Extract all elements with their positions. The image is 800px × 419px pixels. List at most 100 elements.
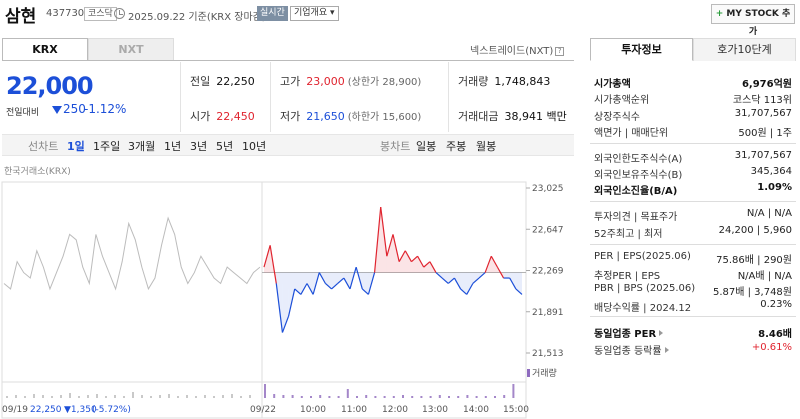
info-row-label: 동일업종 PER [594, 325, 664, 340]
volume-axis-label: 거래량 [532, 367, 557, 379]
today-area [405, 250, 412, 273]
info-divider [590, 244, 796, 245]
info-row-label: 52주최고 | 최저 [594, 229, 663, 240]
today-area [448, 272, 455, 284]
info-row-value: N/A배 | N/A [737, 271, 792, 282]
volume-bar [177, 396, 179, 398]
today-area [423, 261, 430, 273]
today-area [399, 250, 406, 273]
info-divider [590, 316, 796, 317]
info-tabs: 투자정보 호가10단계 [590, 38, 796, 61]
price-chart[interactable]: 23,025 22,647 22,269 21,891 21,513 거래량 09/22 10… [0, 0, 580, 419]
info-row-label: 외국인한도주식수(A) [594, 154, 683, 165]
info-row: PER | EPS(2025.06) 75.86배 | 290원 [594, 251, 792, 267]
volume-bar [213, 396, 215, 398]
volume-bar [240, 396, 242, 398]
add-mystock-button[interactable]: + MY STOCK 추가 [711, 4, 795, 37]
volume-bar [204, 395, 206, 398]
info-row-value: 1.09% [757, 182, 792, 193]
triangle-right-icon[interactable] [664, 347, 669, 353]
volume-legend-mark [527, 369, 530, 377]
volume-bar [105, 396, 107, 398]
info-row-label: 상장주식수 [594, 112, 640, 123]
x-tick-label: 13:00 [422, 405, 448, 415]
volume-bar [264, 384, 266, 398]
volume-bar [42, 395, 44, 398]
info-row-value: 6,976억원 [741, 79, 792, 90]
info-row-label: 투자의견 | 목표주가 [594, 212, 678, 223]
info-row: 동일업종 등락률 +0.61% [594, 342, 792, 358]
info-row: PBR | BPS (2025.06) 5.87배 | 3,748원 [594, 283, 792, 299]
triangle-right-icon[interactable] [659, 330, 664, 336]
volume-bar [141, 395, 143, 398]
plus-icon: + [715, 9, 724, 19]
info-row-label: 배당수익률 | 2024.12 [594, 303, 692, 314]
y-tick-label: 21,891 [532, 308, 564, 318]
volume-bar [6, 396, 8, 398]
info-row: 상장주식수 31,707,567 [594, 108, 792, 124]
volume-bar [448, 396, 450, 398]
prev-day-pct: (-5.72%) [92, 405, 131, 415]
x-tick-label: 09/22 [250, 405, 276, 415]
y-tick-label: 21,513 [532, 349, 564, 359]
volume-bar [429, 396, 432, 398]
volume-bar [231, 394, 233, 398]
info-row: 동일업종 PER 8.46배 [594, 325, 792, 341]
volume-bar [69, 393, 71, 398]
y-tick-label: 22,647 [532, 225, 564, 235]
y-tick-label: 23,025 [532, 184, 564, 194]
volume-bar [420, 396, 423, 398]
previous-day-line [3, 216, 261, 291]
volume-bar [328, 396, 331, 398]
today-area [300, 272, 307, 295]
info-row-value: 75.86배 | 290원 [716, 255, 792, 266]
volume-bar [291, 395, 294, 398]
info-row-value: 코스닥 113위 [732, 95, 792, 106]
volume-bar [356, 396, 358, 398]
info-row: 액면가 | 매매단위 500원 | 1주 [594, 124, 792, 140]
tab-quote-10[interactable]: 호가10단계 [693, 38, 796, 61]
volume-bar [466, 395, 469, 398]
volume-bar [132, 392, 134, 398]
volume-bar [123, 396, 125, 398]
info-row-label: 동일업종 등락률 [594, 342, 669, 357]
volume-bar [512, 384, 515, 398]
volume-bar [150, 396, 152, 398]
info-row-value: 31,707,567 [734, 150, 792, 161]
volume-bar [310, 396, 312, 398]
info-row: 투자의견 | 목표주가 N/A | N/A [594, 208, 792, 224]
x-tick-label: 14:00 [463, 405, 489, 415]
info-row-label: PER | EPS(2025.06) [594, 251, 691, 262]
info-row-value: +0.61% [751, 342, 792, 353]
today-area [337, 272, 344, 284]
volume-bar [51, 396, 53, 398]
info-row: 외국인소진율(B/A) 1.09% [594, 182, 792, 198]
info-row-label: 외국인소진율(B/A) [594, 186, 678, 197]
info-row-value: 5.87배 | 3,748원 [712, 287, 792, 298]
volume-bar [346, 389, 349, 398]
info-row-label: 시가총액순위 [594, 95, 650, 106]
tab-invest-info[interactable]: 투자정보 [590, 38, 693, 61]
volume-bar [402, 395, 404, 398]
prev-day-date: 09/19 [2, 405, 28, 415]
volume-bar [33, 394, 35, 398]
volume-bar [195, 396, 197, 398]
info-row: 외국인한도주식수(A) 31,707,567 [594, 150, 792, 166]
info-row-value: 345,364 [750, 166, 792, 177]
volume-bar [282, 395, 285, 398]
volume-bar [411, 396, 414, 398]
info-row-label: 액면가 | 매매단위 [594, 128, 669, 139]
info-divider [590, 201, 796, 202]
volume-bar [159, 395, 161, 398]
volume-bar [78, 396, 80, 398]
info-row-value: 24,200 | 5,960 [718, 225, 792, 236]
today-area [472, 272, 479, 284]
x-tick-label: 15:00 [503, 405, 529, 415]
volume-bar [383, 396, 386, 398]
volume-bar [15, 395, 17, 398]
investment-info-panel: 투자정보 호가10단계 시가총액 6,976억원 시가총액순위 코스닥 113위 상장주… [590, 38, 796, 419]
info-row-value: 8.46배 [758, 329, 792, 340]
volume-bar [96, 394, 98, 398]
volume-bar [365, 395, 368, 398]
add-mystock-label: MY STOCK 추가 [726, 9, 791, 37]
